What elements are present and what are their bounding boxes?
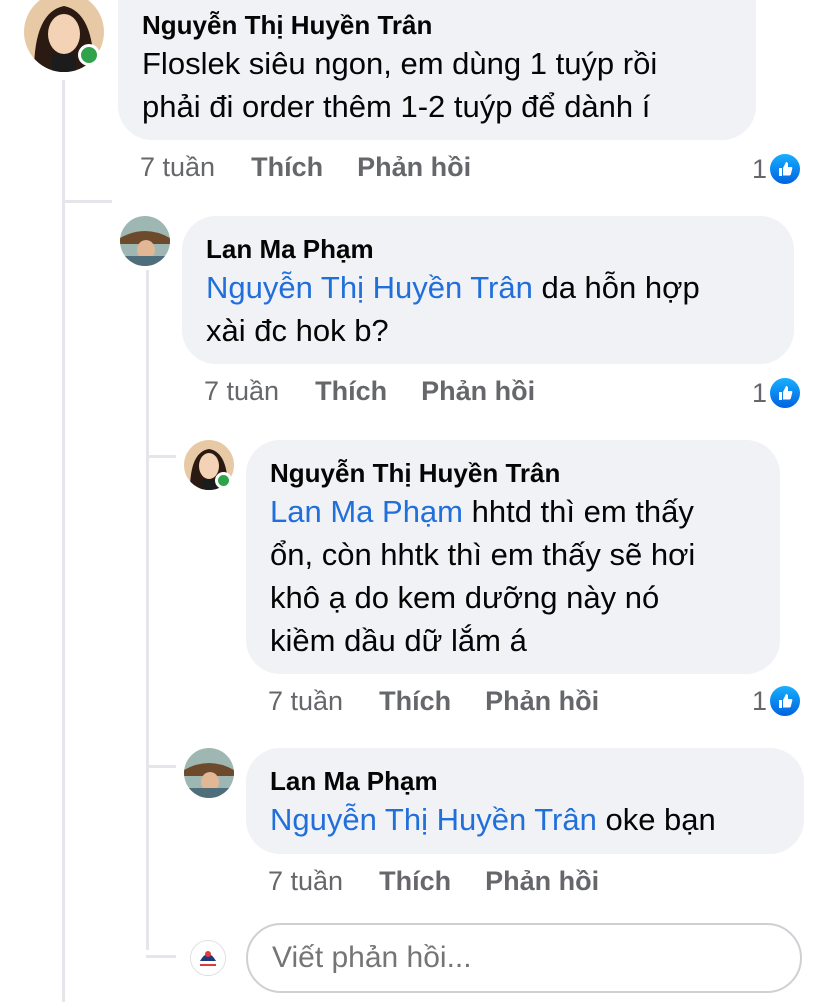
comment-bubble: Nguyễn Thị Huyền Trân Floslek siêu ngon,…: [118, 0, 756, 140]
thumbs-up-icon: [768, 684, 803, 718]
reaction-count: 1: [752, 377, 768, 408]
comment-author[interactable]: Lan Ma Phạm: [206, 232, 770, 266]
reaction-count: 1: [752, 685, 768, 716]
comment-actions: 7 tuần Thích Phản hồi: [268, 686, 633, 717]
avatar[interactable]: [184, 748, 234, 798]
reaction-summary[interactable]: 1: [752, 152, 803, 186]
comment-text-line: Floslek siêu ngon, em dùng 1 tuýp rồi: [142, 46, 658, 81]
comment-text-line: kiềm dầu dữ lắm á: [270, 623, 527, 658]
thread-line-branch-4: [146, 955, 176, 958]
comment-text-line: xài đc hok b?: [206, 313, 389, 348]
comment-text: da hỗn hợp: [532, 270, 700, 305]
reaction-summary[interactable]: 1: [752, 376, 803, 410]
reply-button[interactable]: Phản hồi: [357, 152, 471, 183]
comment-text-line: ổn, còn hhtk thì em thấy sẽ hơi: [270, 537, 696, 572]
comment-author[interactable]: Lan Ma Phạm: [270, 764, 780, 798]
online-status-indicator: [78, 44, 100, 66]
comment-time[interactable]: 7 tuần: [268, 866, 343, 897]
comment-text: oke bạn: [596, 802, 716, 837]
comment-author[interactable]: Nguyễn Thị Huyền Trân: [142, 8, 732, 42]
comment-text-line: Lan Ma Phạm hhtd thì em thấy: [270, 490, 756, 533]
comment-time[interactable]: 7 tuần: [140, 152, 215, 183]
reaction-summary[interactable]: 1: [752, 684, 803, 718]
mention-link[interactable]: Nguyễn Thị Huyền Trân: [206, 270, 533, 305]
reaction-count: 1: [752, 153, 768, 184]
comment-text: hhtd thì em thấy: [463, 494, 694, 529]
avatar[interactable]: [184, 440, 234, 490]
avatar-image: [190, 940, 226, 976]
like-button[interactable]: Thích: [251, 152, 323, 183]
comment-actions: 7 tuần Thích Phản hồi: [268, 866, 633, 897]
like-button[interactable]: Thích: [315, 376, 387, 407]
reply-button[interactable]: Phản hồi: [421, 376, 535, 407]
thumbs-up-icon: [768, 376, 803, 410]
online-status-indicator: [215, 472, 232, 489]
mention-link[interactable]: Nguyễn Thị Huyền Trân: [270, 802, 597, 837]
comment-text-line: Nguyễn Thị Huyền Trân oke bạn: [270, 798, 780, 841]
comment-text-line: phải đi order thêm 1-2 tuýp để dành í: [142, 89, 651, 124]
thumbs-up-icon: [768, 152, 803, 186]
avatar-image: [184, 748, 234, 798]
thread-line-branch-1: [62, 200, 112, 203]
mention-link[interactable]: Lan Ma Phạm: [270, 494, 463, 529]
like-button[interactable]: Thích: [379, 866, 451, 897]
reply-button[interactable]: Phản hồi: [485, 686, 599, 717]
comment-actions: 7 tuần Thích Phản hồi: [204, 376, 569, 407]
comment-bubble: Nguyễn Thị Huyền Trân Lan Ma Phạm hhtd t…: [246, 440, 780, 674]
thread-line-branch-2: [146, 455, 176, 458]
avatar-image: [120, 216, 170, 266]
avatar[interactable]: [24, 0, 104, 72]
current-user-avatar[interactable]: [190, 940, 226, 976]
like-button[interactable]: Thích: [379, 686, 451, 717]
comment-author[interactable]: Nguyễn Thị Huyền Trân: [270, 456, 756, 490]
thread-line-sub: [146, 270, 149, 950]
reply-input[interactable]: [246, 923, 802, 993]
comment-bubble: Lan Ma Phạm Nguyễn Thị Huyền Trân oke bạ…: [246, 748, 804, 854]
reply-button[interactable]: Phản hồi: [485, 866, 599, 897]
comment-text-line: khô ạ do kem dưỡng này nó: [270, 580, 660, 615]
thread-line-branch-3: [146, 765, 176, 768]
comment-actions: 7 tuần Thích Phản hồi: [140, 152, 505, 183]
comment-time[interactable]: 7 tuần: [204, 376, 279, 407]
comment-time[interactable]: 7 tuần: [268, 686, 343, 717]
thread-line-main: [62, 80, 65, 1002]
avatar[interactable]: [120, 216, 170, 266]
comment-bubble: Lan Ma Phạm Nguyễn Thị Huyền Trân da hỗn…: [182, 216, 794, 364]
comment-text-line: Nguyễn Thị Huyền Trân da hỗn hợp: [206, 266, 770, 309]
